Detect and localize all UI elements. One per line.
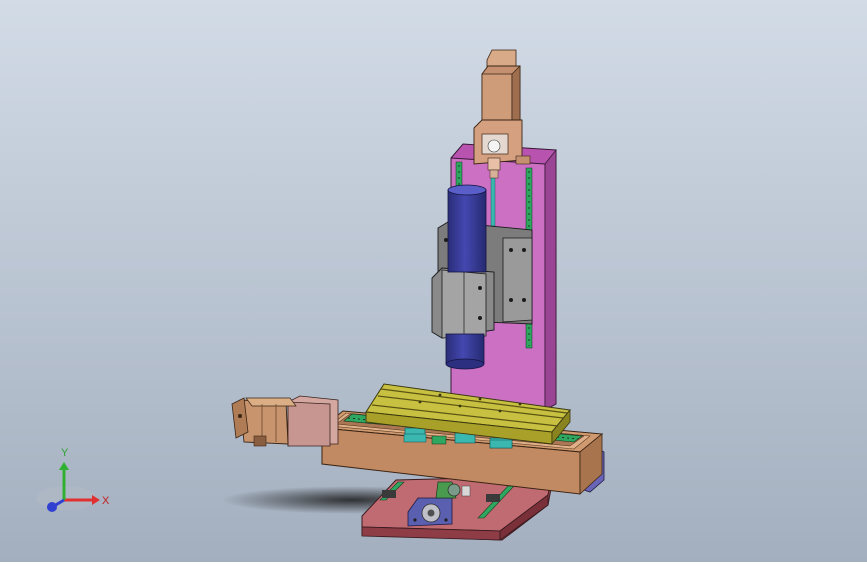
y-axis-label: Y bbox=[61, 447, 69, 459]
triad-plane-shadow bbox=[36, 486, 96, 510]
x-axis-label: X bbox=[102, 495, 110, 507]
cad-scene[interactable]: Y X bbox=[0, 0, 867, 562]
cad-viewport[interactable]: Y X bbox=[0, 0, 867, 562]
y-axis-motor[interactable] bbox=[231, 395, 339, 447]
z-axis-arrowhead bbox=[47, 502, 57, 512]
